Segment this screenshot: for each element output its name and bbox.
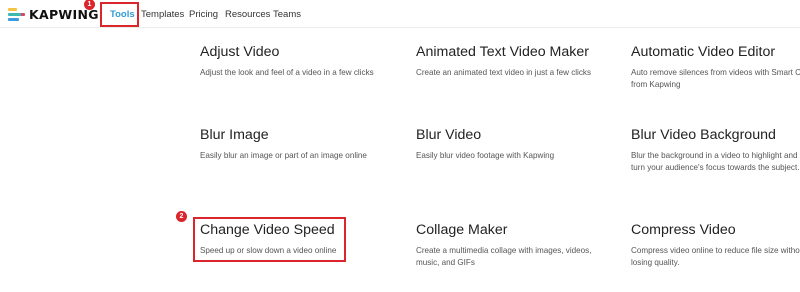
tool-title[interactable]: Compress Video xyxy=(631,222,800,239)
tool-description: Compress video online to reduce file siz… xyxy=(631,246,800,267)
tool-description: Blur the background in a video to highli… xyxy=(631,151,800,172)
tool-title[interactable]: Blur Video xyxy=(416,127,596,144)
tool-description: Adjust the look and feel of a video in a… xyxy=(200,68,374,77)
tool-card-blur-video[interactable]: Blur Video Easily blur video footage wit… xyxy=(416,127,596,162)
nav-item-pricing[interactable]: Pricing xyxy=(189,9,218,20)
tool-card-blur-image[interactable]: Blur Image Easily blur an image or part … xyxy=(200,127,380,162)
tools-highlight-box xyxy=(100,2,139,27)
step-2-badge: 2 xyxy=(176,211,187,222)
tool-description: Auto remove silences from videos with Sm… xyxy=(631,68,800,89)
kapwing-logo[interactable]: KAPWING xyxy=(8,7,99,22)
nav-item-resources[interactable]: Resources xyxy=(225,9,270,20)
tool-title[interactable]: Automatic Video Editor xyxy=(631,44,800,61)
tool-title[interactable]: Blur Image xyxy=(200,127,380,144)
kapwing-logo-icon xyxy=(8,7,25,21)
tool-description: Easily blur video footage with Kapwing xyxy=(416,151,555,160)
nav-item-teams[interactable]: Teams xyxy=(273,9,301,20)
tool-title[interactable]: Animated Text Video Maker xyxy=(416,44,596,61)
tool-title[interactable]: Collage Maker xyxy=(416,222,596,239)
change-video-speed-highlight-box xyxy=(193,217,346,262)
tool-card-animated-text-video-maker[interactable]: Animated Text Video Maker Create an anim… xyxy=(416,44,596,79)
tool-title[interactable]: Blur Video Background xyxy=(631,127,800,144)
tool-title[interactable]: Adjust Video xyxy=(200,44,380,61)
tool-card-blur-video-background[interactable]: Blur Video Background Blur the backgroun… xyxy=(631,127,800,173)
tool-card-compress-video[interactable]: Compress Video Compress video online to … xyxy=(631,222,800,268)
tool-description: Create a multimedia collage with images,… xyxy=(416,246,592,267)
tool-card-adjust-video[interactable]: Adjust Video Adjust the look and feel of… xyxy=(200,44,380,79)
tool-description: Create an animated text video in just a … xyxy=(416,68,591,77)
tool-card-collage-maker[interactable]: Collage Maker Create a multimedia collag… xyxy=(416,222,596,268)
tool-description: Easily blur an image or part of an image… xyxy=(200,151,367,160)
tool-card-automatic-video-editor[interactable]: Automatic Video Editor Auto remove silen… xyxy=(631,44,800,90)
nav-item-templates[interactable]: Templates xyxy=(141,9,184,20)
